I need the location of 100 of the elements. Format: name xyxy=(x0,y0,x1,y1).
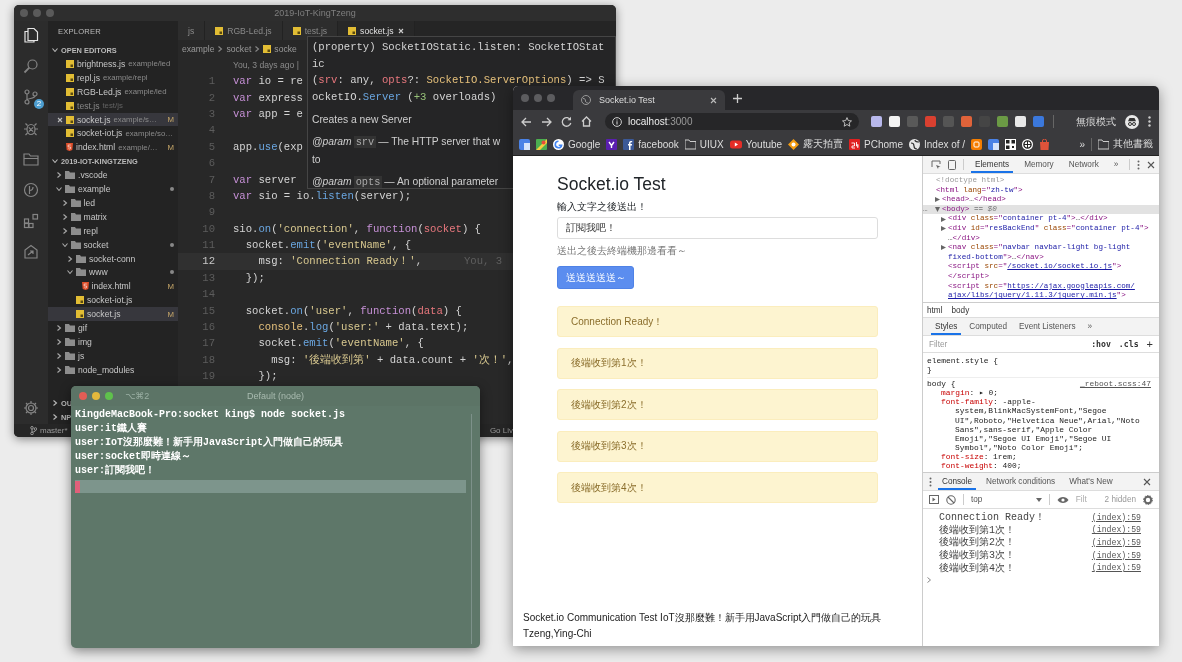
home-icon[interactable] xyxy=(581,116,592,127)
star-icon[interactable] xyxy=(842,116,852,127)
more-tabs-button[interactable]: » xyxy=(1083,318,1097,335)
chevron-icon[interactable] xyxy=(52,47,58,53)
chevron-icon[interactable] xyxy=(61,199,68,206)
chevron-icon[interactable] xyxy=(56,324,62,331)
aperture-icon[interactable] xyxy=(1022,138,1034,150)
breadcrumb-item[interactable]: body xyxy=(951,305,970,315)
extension-icon[interactable] xyxy=(1015,116,1026,127)
close-icon[interactable] xyxy=(57,116,63,123)
incognito-icon[interactable] xyxy=(1125,114,1139,129)
source-link[interactable]: (index):59 xyxy=(1091,538,1141,547)
reload-icon[interactable] xyxy=(561,116,572,127)
branch-name[interactable]: master* xyxy=(40,426,68,435)
breadcrumb-item[interactable]: socket xyxy=(226,43,252,54)
chevron-icon[interactable] xyxy=(56,186,62,193)
map-icon[interactable] xyxy=(536,138,547,150)
chevron-icon[interactable] xyxy=(67,255,73,262)
chevron-icon[interactable] xyxy=(61,227,68,234)
expand-arrow-icon[interactable] xyxy=(935,197,940,203)
eye-icon[interactable] xyxy=(1056,495,1069,504)
editor-tab[interactable]: js xyxy=(178,21,206,40)
tree-item[interactable]: img xyxy=(48,334,178,349)
chevron-icon[interactable] xyxy=(52,414,58,420)
tree-item[interactable]: socket xyxy=(48,237,178,252)
panel-tab[interactable]: Computed xyxy=(965,318,1012,335)
translate-icon[interactable] xyxy=(519,138,530,150)
live-server-button[interactable]: Go Liv xyxy=(489,426,513,435)
settings-icon[interactable] xyxy=(1143,494,1153,505)
bookmark[interactable]: Youtube xyxy=(729,138,783,150)
panel-tab[interactable]: Network conditions xyxy=(982,473,1060,490)
files-icon[interactable] xyxy=(23,27,39,43)
browser-tab[interactable]: Socket.io Test xyxy=(573,90,725,110)
qr-code-icon[interactable] xyxy=(1005,138,1017,150)
expand-arrow-icon[interactable] xyxy=(935,207,940,213)
tree-item[interactable]: js xyxy=(48,348,178,363)
more-bookmarks-button[interactable]: » xyxy=(1079,138,1085,150)
source-control-icon[interactable] xyxy=(23,89,39,105)
search-icon[interactable] xyxy=(23,58,39,74)
share-icon[interactable] xyxy=(23,244,39,260)
bookmark-folder[interactable]: 其他書籤 xyxy=(1098,137,1153,151)
minimize-button[interactable] xyxy=(92,392,100,400)
expand-arrow-icon[interactable] xyxy=(941,226,946,232)
device-icon[interactable] xyxy=(948,159,956,170)
bookmark[interactable]: facebook xyxy=(623,138,679,150)
folder-icon[interactable] xyxy=(23,151,39,167)
close-icon[interactable] xyxy=(1147,160,1156,169)
more-icon[interactable] xyxy=(1137,159,1141,170)
hover-state-button[interactable]: :hov xyxy=(1091,339,1111,349)
chevron-icon[interactable] xyxy=(52,158,58,165)
expand-arrow-icon[interactable] xyxy=(941,245,946,251)
clear-icon[interactable] xyxy=(946,494,956,505)
tree-item[interactable]: node_modules xyxy=(48,362,178,377)
chevron-icon[interactable] xyxy=(56,172,62,179)
source-link[interactable]: (index):59 xyxy=(1091,512,1141,522)
close-icon[interactable] xyxy=(1143,477,1151,486)
extensions-icon[interactable] xyxy=(23,213,39,229)
drawer-menu-icon[interactable] xyxy=(929,476,932,487)
chevron-icon[interactable] xyxy=(56,338,62,345)
chevron-icon[interactable] xyxy=(52,400,58,406)
source-link[interactable]: (index):59 xyxy=(1091,525,1141,535)
bookmark[interactable]: 露天拍賣 xyxy=(788,137,844,151)
inspect-icon[interactable] xyxy=(931,159,941,170)
menu-icon[interactable] xyxy=(1148,116,1151,127)
chevron-icon[interactable] xyxy=(61,241,68,248)
chevron-icon[interactable] xyxy=(61,213,68,220)
chevron-icon[interactable] xyxy=(217,45,224,52)
new-tab-icon[interactable] xyxy=(733,93,742,103)
url-text[interactable]: localhost:3000 xyxy=(628,116,836,127)
yahoo-icon[interactable] xyxy=(606,138,618,150)
tree-item[interactable]: www xyxy=(48,265,178,280)
tree-item[interactable]: socket-conn xyxy=(48,251,178,266)
panel-tab[interactable]: What's New xyxy=(1065,473,1117,490)
source-link[interactable]: (index):59 xyxy=(1091,550,1141,560)
extension-icon[interactable] xyxy=(889,116,900,127)
tree-item[interactable]: repl xyxy=(48,223,178,238)
bug-icon[interactable] xyxy=(23,120,39,136)
new-rule-button[interactable]: + xyxy=(1146,338,1153,350)
editor-tab[interactable]: RGB-Led.js xyxy=(205,21,283,40)
panel-tab[interactable]: Elements xyxy=(971,156,1014,173)
chevron-icon[interactable] xyxy=(254,45,261,52)
chevron-icon[interactable] xyxy=(67,269,73,276)
breadcrumb-item[interactable]: html xyxy=(927,305,943,315)
panel-tab[interactable]: Console xyxy=(938,473,977,490)
breadcrumb-item[interactable]: socke xyxy=(263,43,297,54)
shopping-bag-icon[interactable] xyxy=(1039,138,1051,150)
source-link[interactable]: (index):59 xyxy=(1091,563,1141,573)
tree-item[interactable]: led xyxy=(48,196,178,210)
settings-icon[interactable] xyxy=(23,400,39,416)
blogger-icon[interactable] xyxy=(971,138,983,150)
extension-icon[interactable] xyxy=(871,116,882,127)
tree-item[interactable]: socket-iot.js xyxy=(48,293,178,308)
panel-tab[interactable]: Network xyxy=(1064,156,1103,173)
tree-item[interactable]: gif xyxy=(48,321,178,335)
context-select[interactable]: top xyxy=(971,495,1042,504)
bookmark[interactable]: UIUX xyxy=(684,138,724,150)
tree-item[interactable]: example xyxy=(48,182,178,196)
more-tabs-button[interactable]: » xyxy=(1109,156,1123,173)
breadcrumb-item[interactable]: example xyxy=(182,43,215,54)
bookmark[interactable]: Index of / xyxy=(909,138,966,150)
